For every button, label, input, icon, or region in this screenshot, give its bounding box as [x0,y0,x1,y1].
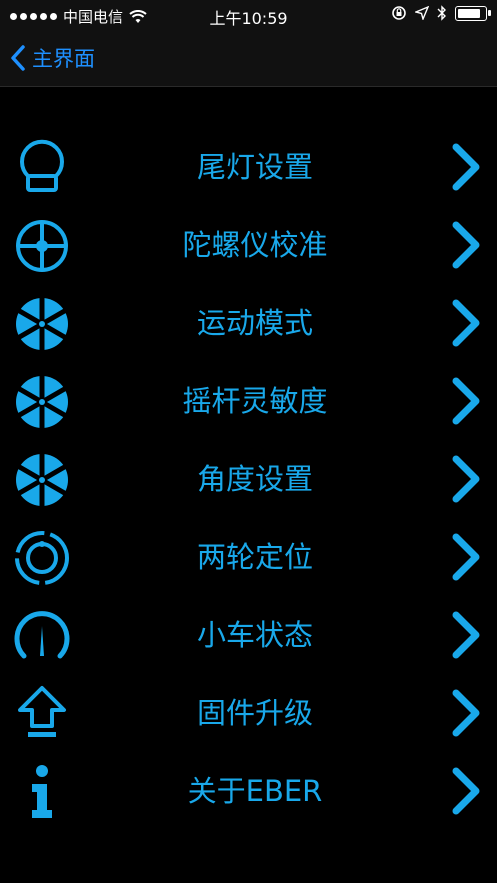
location-icon [415,6,429,20]
menu-item-label: 摇杆灵敏度 [182,384,328,418]
chevron-right-icon [452,143,480,191]
menu-item-angle-settings[interactable]: 角度设置 [0,440,497,518]
menu-item-joystick-sensitivity[interactable]: 摇杆灵敏度 [0,362,497,440]
chevron-right-icon [452,455,480,503]
gyroscope-icon [16,220,68,272]
gauge-icon [14,611,70,659]
menu-item-label: 关于EBER [187,774,323,808]
back-button[interactable]: 主界面 [10,40,95,76]
chevron-right-icon [452,377,480,425]
menu-item-label: 陀螺仪校准 [182,228,328,262]
chevron-right-icon [452,221,480,269]
menu-item-gyroscope[interactable]: 陀螺仪校准 [0,206,497,284]
menu-item-label: 两轮定位 [196,540,313,574]
chevron-right-icon [452,533,480,581]
status-right [391,5,491,21]
menu-item-label: 小车状态 [196,618,313,652]
status-bar: 中国电信 上午10:59 [0,0,497,30]
menu-item-about[interactable]: 关于EBER [0,752,497,830]
chevron-right-icon [452,611,480,659]
menu-item-tail-light[interactable]: 尾灯设置 [0,128,497,206]
tail-light-icon [20,139,64,192]
menu-item-label: 角度设置 [196,462,313,496]
menu-item-sport-mode[interactable]: 运动模式 [0,284,497,362]
back-button-label: 主界面 [32,47,95,71]
chevron-right-icon [452,689,480,737]
upload-arrow-icon [18,686,66,737]
chevron-right-icon [452,299,480,347]
menu-item-vehicle-status[interactable]: 小车状态 [0,596,497,674]
orientation-lock-icon [392,6,406,20]
battery-icon [455,5,491,21]
ring-target-icon [15,531,69,585]
chevron-right-icon [452,767,480,815]
info-icon [32,765,52,818]
menu-item-label: 运动模式 [196,306,313,340]
wheel-icon [16,374,68,430]
bluetooth-icon [437,5,446,21]
wheel-icon [16,452,68,508]
chevron-left-icon [11,45,25,71]
menu-item-two-wheel-positioning[interactable]: 两轮定位 [0,518,497,596]
nav-bar: 主界面 [0,30,497,87]
menu-item-label: 固件升级 [196,696,313,730]
menu-item-firmware-upgrade[interactable]: 固件升级 [0,674,497,752]
wheel-icon [16,296,68,352]
menu-item-label: 尾灯设置 [196,150,313,184]
